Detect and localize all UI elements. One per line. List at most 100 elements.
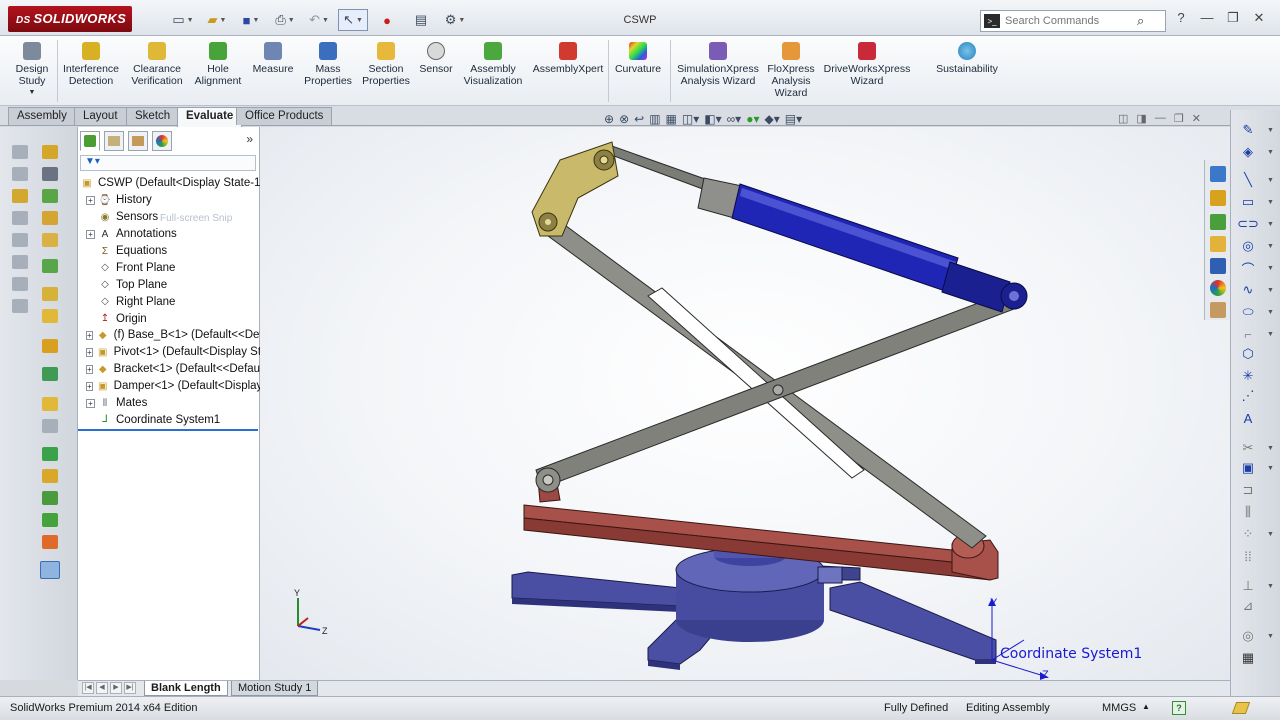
edit-component-icon[interactable] [12,145,28,159]
offset-icon[interactable]: ⊐ [1237,482,1259,498]
tree-item-front[interactable]: ◇ Front Plane [78,259,260,276]
expand-icon[interactable]: + [86,364,93,374]
interference-detection-button[interactable]: Interference Detection [60,42,122,87]
reference-geometry-icon[interactable] [42,167,58,181]
tree-item-top[interactable]: ◇ Top Plane [78,276,260,293]
tab-sketch[interactable]: Sketch [126,107,180,125]
assemblyxpert-button[interactable]: AssemblyXpert [532,42,604,75]
prev-tab-icon[interactable]: ◀ [96,682,108,694]
edit-appearance-icon[interactable]: ●▾ [746,112,759,126]
mass-properties-button[interactable]: Mass Properties [302,42,354,87]
restore-icon[interactable]: ❐ [1224,10,1242,26]
tree-item-f[interactable]: + ◆ (f) Base_B<1> (Default<<Default>_Displ… [78,327,260,344]
floxpress-button[interactable]: FloXpress Analysis Wizard [764,42,818,99]
next-tab-icon[interactable]: ▶ [110,682,122,694]
measure-tool-icon[interactable] [42,513,58,527]
tags-icon[interactable] [1231,702,1251,714]
viewport-split-icon[interactable]: ◫ [1118,112,1128,125]
search-commands[interactable]: >_ ⌕ [980,10,1166,32]
minimize-icon[interactable]: — [1198,10,1216,26]
trim-icon[interactable]: ✂ ▼ [1237,440,1274,456]
tree-root[interactable]: ▣ CSWP (Default<Display State-1>) [78,175,260,192]
rollback-bar[interactable] [78,429,258,431]
dynamic-annotation-icon[interactable]: ▦ [666,112,677,126]
slot-icon[interactable]: ⊂⊃ ▼ [1237,216,1274,232]
units-chevron-icon[interactable]: ▲ [1142,702,1150,711]
design-study-button[interactable]: Design Study ▼ [12,42,52,99]
pattern-icon[interactable]: ⁘ ▼ [1237,526,1274,542]
clearance-verification-button[interactable]: Clearance Verification [126,42,188,87]
tab-layout[interactable]: Layout [74,107,127,125]
smartmates-icon[interactable] [42,309,58,323]
exploded-view-icon[interactable] [42,233,58,247]
tree-item-origin[interactable]: ↥ Origin [78,310,260,327]
view-settings-icon[interactable]: ▤▾ [785,112,802,126]
new-icon[interactable]: ▭ ▼ [168,9,198,31]
apply-scene-icon[interactable]: ◆▾ [764,112,779,126]
polygon-icon[interactable]: ⬡ [1237,346,1259,362]
hole-series-icon[interactable] [42,339,58,353]
repair-sketch-icon[interactable]: ⊿ [1237,598,1259,614]
tab-blank-length[interactable]: Blank Length [144,681,228,696]
expand-icon[interactable]: + [86,330,93,340]
centerline-icon[interactable]: ⋰ [1237,388,1259,404]
filter-icon[interactable]: ▼▾ [85,156,100,167]
damper-part[interactable] [697,177,1028,313]
tab-motion-study[interactable]: Motion Study 1 [231,681,319,696]
circle-icon[interactable]: ◎ ▼ [1237,238,1274,254]
tree-item-right[interactable]: ◇ Right Plane [78,293,260,310]
pivot-part[interactable] [531,141,619,237]
sensor-button[interactable]: Sensor [416,42,456,75]
mass-tool-icon[interactable] [42,535,58,549]
view-palette-icon[interactable] [1210,258,1226,274]
print-icon[interactable]: ⎙ ▼ [270,9,300,31]
tree-item-pivot[interactable]: + ▣ Pivot<1> (Default<Display State-1>) [78,344,260,361]
driveworksxpress-button[interactable]: DriveWorksXpress Wizard [822,42,912,87]
linear-pattern-icon[interactable] [12,255,28,269]
display-style-icon[interactable]: ◧▾ [704,112,721,126]
expand-icon[interactable]: + [86,229,95,239]
hole-check-icon[interactable] [42,491,58,505]
convert-entities-icon[interactable]: ▣ ▼ [1237,460,1274,476]
smart-fastener-icon[interactable] [12,211,28,225]
mirror-icon[interactable]: ⫼ [1237,504,1259,520]
help-icon[interactable]: ? [1172,10,1190,26]
appearances-icon[interactable] [1210,280,1226,296]
home-icon[interactable] [1210,190,1226,206]
coordinate-system-label[interactable]: Coordinate System1 [1000,646,1142,662]
arc-icon[interactable]: ⌒ ▼ [1237,260,1273,277]
spline-icon[interactable]: ∿ ▼ [1237,282,1274,298]
tree-item-coordinate[interactable]: ⅃ Coordinate System1 [78,411,260,428]
assembly-model[interactable] [260,127,1230,680]
bill-of-materials-icon[interactable] [42,211,58,225]
text-icon[interactable]: A [1237,410,1259,426]
instant3d-icon[interactable] [42,287,58,301]
move-entities-icon[interactable]: ⁞⁞ [1237,548,1259,564]
interference-check-icon[interactable] [42,447,58,461]
relations-icon[interactable]: ⊥ ▼ [1237,578,1274,594]
viewport-tile-icon[interactable]: ◨ [1136,112,1146,125]
viewport-close-icon[interactable]: ✕ [1192,112,1201,125]
graphics-area[interactable] [260,127,1230,680]
expand-icon[interactable]: + [86,195,95,205]
assembly-visualization-button[interactable]: Assembly Visualization [460,42,526,87]
tab-evaluate[interactable]: Evaluate [177,107,243,127]
displaymanager-tab-icon[interactable] [152,131,172,151]
search-icon[interactable]: ⌕ [1137,13,1144,29]
new-motion-study-icon[interactable] [42,189,58,203]
tree-item-bracket[interactable]: + ◆ Bracket<1> (Default<<Default>_Display … [78,361,260,378]
explode-line-sketch-icon[interactable] [42,259,58,273]
view-orientation-icon[interactable]: ◫▾ [682,112,699,126]
tree-filter[interactable]: ▼▾ [80,155,256,171]
search-input[interactable] [1005,15,1135,27]
options-icon[interactable]: ⚙ ▼ [440,9,470,31]
viewport-restore-icon[interactable]: ❐ [1174,112,1184,125]
zoom-to-area-icon[interactable]: ⊗ [619,112,629,126]
file-explorer-icon[interactable] [1210,236,1226,252]
expand-panel-icon[interactable]: » [246,132,253,146]
select-icon[interactable]: ↖ ▼ [338,9,368,31]
expand-icon[interactable]: + [86,381,93,391]
point-icon[interactable]: ✳ [1237,368,1259,384]
hide-show-icon[interactable]: ∞▾ [727,112,742,126]
fillet-icon[interactable]: ⌐ ▼ [1237,326,1274,342]
